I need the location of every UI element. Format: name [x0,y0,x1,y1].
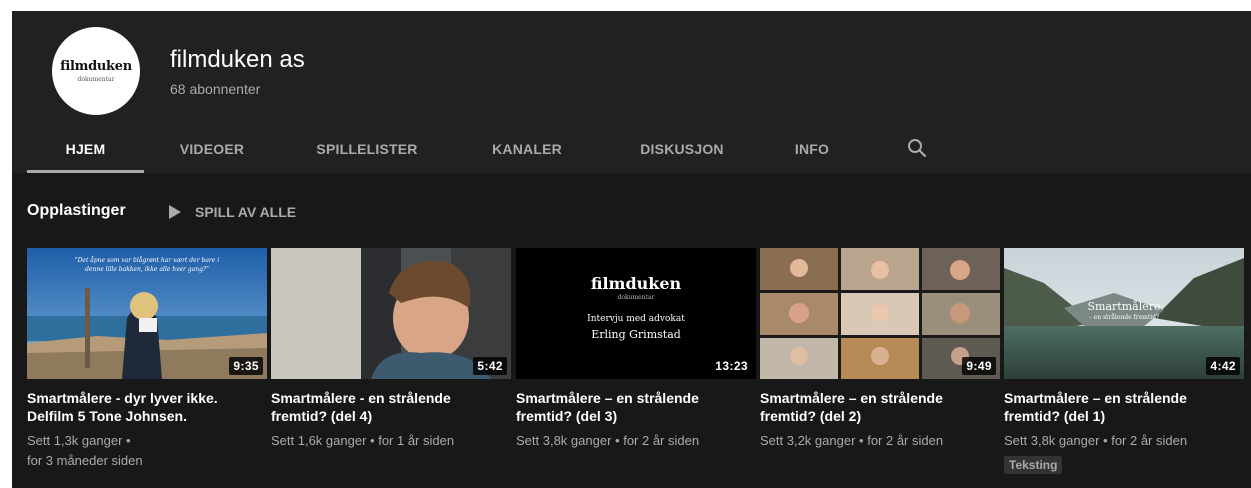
view-count: Sett 1,3k ganger • [27,433,131,448]
video-metadata: Sett 1,6k ganger • for 1 år siden [271,431,511,451]
tab-label: KANALER [492,141,562,157]
video-title[interactable]: Smartmålere – en strålende fremtid? (del… [760,389,996,425]
video-duration: 9:49 [962,357,996,375]
channel-avatar[interactable]: filmduken dokumentar [52,27,140,115]
subscriber-count: 68 abonnenter [170,81,261,97]
meta-separator: • [370,433,379,448]
thumbnail-brand-sub: dokumentar [617,294,655,301]
logo-subtext: dokumentar [77,76,115,83]
active-tab-indicator [27,170,144,173]
tab-diskusjon[interactable]: DISKUSJON [622,129,742,173]
upload-age: for 2 år siden [1111,433,1188,448]
video-duration: 13:23 [711,357,752,375]
view-count: Sett 3,8k ganger [516,433,612,448]
upload-age: for 3 måneder siden [27,453,143,468]
video-thumbnail[interactable]: Smartmålere – en strålende fremtid? 4:42 [1004,248,1244,379]
tab-label: DISKUSJON [640,141,724,157]
video-thumbnail[interactable]: 9:49 [760,248,1000,379]
tab-videoer[interactable]: VIDEOER [162,129,262,173]
video-title[interactable]: Smartmålere - dyr lyver ikke. Delfilm 5 … [27,389,263,425]
video-duration: 4:42 [1206,357,1240,375]
video-metadata: Sett 3,8k ganger • for 2 år siden [516,431,756,451]
video-metadata: Sett 1,3k ganger • for 3 måneder siden [27,431,267,471]
video-duration: 5:42 [473,357,507,375]
channel-name: filmduken as [170,46,305,73]
channel-page: filmduken dokumentar filmduken as 68 abo… [12,11,1251,488]
view-count: Sett 3,2k ganger [760,433,856,448]
channel-header: filmduken dokumentar filmduken as 68 abo… [12,11,1251,173]
video-thumbnail[interactable]: 5:42 [271,248,511,379]
view-count: Sett 3,8k ganger [1004,433,1100,448]
video-metadata: Sett 3,2k ganger • for 2 år siden [760,431,1000,451]
upload-age: for 2 år siden [623,433,700,448]
video-title[interactable]: Smartmålere – en strålende fremtid? (del… [516,389,752,425]
thumbnail-quote: "Det åpne som var blågrønt har vært der … [74,257,220,273]
video-metadata: Sett 3,8k ganger • for 2 år siden [1004,431,1244,451]
tab-hjem[interactable]: HJEM [27,129,144,173]
thumbnail-brand: filmduken [590,274,682,293]
tab-info[interactable]: INFO [772,129,852,173]
video-duration: 9:35 [229,357,263,375]
video-title[interactable]: Smartmålere – en strålende fremtid? (del… [1004,389,1240,425]
tab-spillelister[interactable]: SPILLELISTER [302,129,432,173]
meta-separator: • [859,433,868,448]
upload-age: for 1 år siden [378,433,455,448]
tab-label: SPILLELISTER [316,141,418,157]
tab-label: HJEM [65,141,106,157]
channel-tabs: HJEM VIDEOER SPILLELISTER KANALER DISKUS… [12,129,1251,173]
search-icon[interactable] [906,137,928,159]
thumbnail-line-2: Erling Grimstad [591,328,681,341]
upload-age: for 2 år siden [867,433,944,448]
tab-kanaler[interactable]: KANALER [477,129,577,173]
view-count: Sett 1,6k ganger [271,433,367,448]
logo-text: filmduken [60,59,132,74]
play-icon [169,205,181,219]
tab-label: INFO [794,141,830,157]
subtitles-badge: Teksting [1004,456,1063,474]
tab-label: VIDEOER [179,141,245,157]
video-title[interactable]: Smartmålere - en strålende fremtid? (del… [271,389,507,425]
thumbnail-title: Smartmålere [1087,300,1161,313]
video-thumbnail[interactable]: "Det åpne som var blågrønt har vært der … [27,248,267,379]
thumbnail-line-1: Intervju med advokat [587,314,685,324]
section-title[interactable]: Opplastinger [27,202,126,220]
thumbnail-subtitle: – en strålende fremtid? [1088,314,1160,321]
play-all-label: SPILL AV ALLE [195,204,297,220]
meta-separator: • [615,433,624,448]
meta-separator: • [1103,433,1112,448]
video-thumbnail[interactable]: filmduken dokumentar Intervju med advoka… [516,248,756,379]
